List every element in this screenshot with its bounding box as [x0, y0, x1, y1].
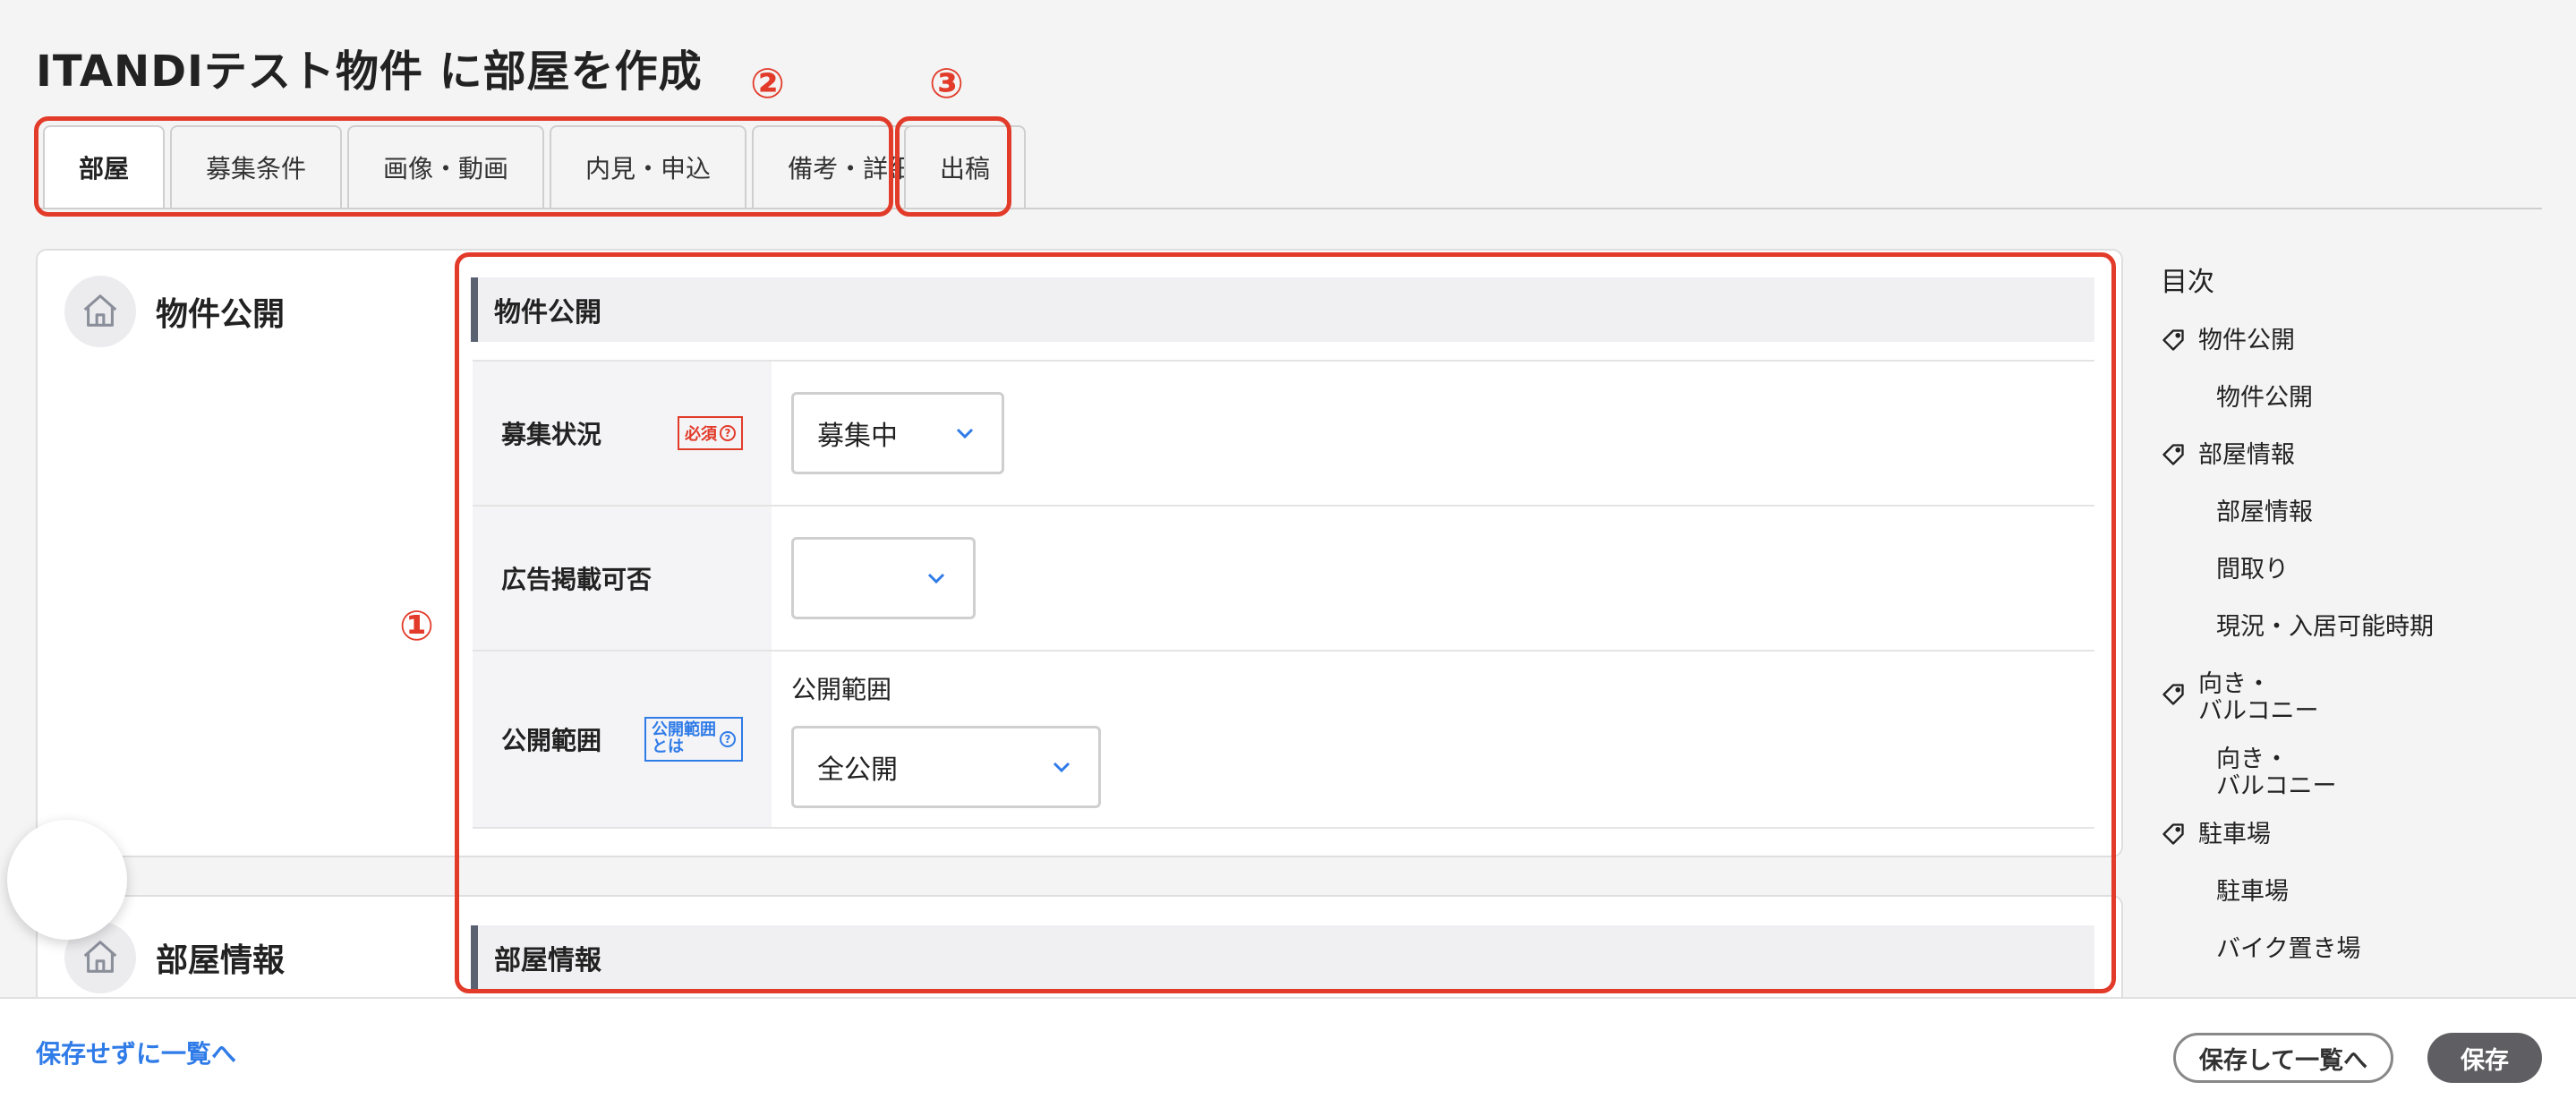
toc-item-publish[interactable]: 物件公開: [2161, 324, 2555, 381]
publish-section-heading: 物件公開: [64, 276, 285, 347]
toc-subitem-floor-plan[interactable]: 間取り: [2161, 553, 2555, 610]
house-icon: [64, 276, 136, 347]
tab-recruitment-conditions[interactable]: 募集条件: [170, 125, 343, 208]
toc-subitem-publish[interactable]: 物件公開: [2161, 381, 2555, 439]
toc-item-label: 駐車場: [2216, 878, 2289, 906]
toc-subitem-room-info[interactable]: 部屋情報: [2161, 496, 2555, 553]
footer-bar: 保存せずに一覧へ 保存して一覧へ 保存: [0, 997, 2576, 1099]
back-without-saving-link[interactable]: 保存せずに一覧へ: [36, 1035, 236, 1070]
tab-room[interactable]: 部屋: [43, 125, 166, 208]
ad-placement-value-cell: [772, 507, 2094, 650]
toc-item-label: 向き・ バルコニー: [2216, 746, 2336, 800]
toc-subitem-bike-parking[interactable]: バイク置き場: [2161, 933, 2555, 990]
visibility-scope-help-text: 公開範囲 とは: [652, 721, 716, 756]
toc-item-label: 物件公開: [2198, 327, 2295, 354]
annotation-number-2: ②: [750, 59, 785, 107]
visibility-scope-value: 全公開: [817, 754, 898, 786]
tag-icon: [2162, 444, 2184, 465]
visibility-scope-value-cell: 公開範囲 全公開: [772, 652, 2094, 827]
toc-item-label: 部屋情報: [2216, 498, 2313, 526]
page-title: ITANDIテスト物件 に部屋を作成: [36, 47, 703, 97]
toc-subitem-current-status[interactable]: 現況・入居可能時期: [2161, 610, 2555, 668]
chevron-down-icon: [956, 428, 974, 439]
tabs-divider: [36, 208, 2542, 209]
ad-placement-row: 広告掲載可否: [473, 505, 2094, 650]
toc-item-label: 向き・ バルコニー: [2198, 671, 2318, 725]
room-info-section-title: 部屋情報: [156, 942, 286, 979]
visibility-scope-help-badge[interactable]: 公開範囲 とは ?: [644, 717, 743, 762]
toc-item-label-line2: バルコニー: [2216, 772, 2337, 800]
annotation-number-3: ③: [929, 59, 964, 107]
ad-placement-select[interactable]: [791, 537, 976, 619]
table-of-contents: 目次 物件公開 物件公開 部屋情報 部屋情報 間取り 現況・入居可能時期 向き・…: [2161, 260, 2555, 990]
visibility-scope-row: 公開範囲 公開範囲 とは ? 公開範囲 全公開: [473, 650, 2094, 829]
visibility-scope-sub-label: 公開範囲: [791, 675, 892, 704]
recruitment-status-label-cell: 募集状況 必須 ?: [473, 362, 772, 505]
publish-section-title: 物件公開: [156, 296, 286, 333]
recruitment-status-label: 募集状況: [501, 420, 602, 449]
visibility-scope-label: 公開範囲: [501, 726, 602, 755]
ad-placement-label-cell: 広告掲載可否: [473, 507, 772, 650]
tab-publish[interactable]: 出稿: [904, 125, 1027, 208]
publish-form-header: 物件公開: [471, 277, 2094, 342]
recruitment-status-row: 募集状況 必須 ? 募集中: [473, 360, 2094, 505]
toc-item-parking[interactable]: 駐車場: [2161, 818, 2555, 875]
toc-subitem-orientation-balcony[interactable]: 向き・ バルコニー: [2161, 743, 2555, 818]
floating-action-button[interactable]: [7, 820, 127, 940]
save-button[interactable]: 保存: [2427, 1033, 2542, 1083]
toc-item-room-info[interactable]: 部屋情報: [2161, 439, 2555, 496]
annotation-number-1: ①: [399, 601, 434, 650]
visibility-scope-help-line2: とは: [652, 737, 684, 756]
toc-subitem-parking[interactable]: 駐車場: [2161, 875, 2555, 933]
toc-item-label: 物件公開: [2216, 384, 2313, 412]
save-and-list-button[interactable]: 保存して一覧へ: [2173, 1033, 2393, 1083]
toc-item-orientation-balcony[interactable]: 向き・ バルコニー: [2161, 668, 2555, 743]
help-icon: ?: [720, 425, 736, 441]
ad-placement-label: 広告掲載可否: [501, 565, 653, 594]
help-icon: ?: [720, 731, 736, 747]
chevron-down-icon: [1053, 762, 1070, 773]
recruitment-status-select[interactable]: 募集中: [791, 392, 1004, 474]
toc-item-label: 間取り: [2216, 556, 2289, 584]
visibility-scope-select[interactable]: 全公開: [791, 726, 1101, 808]
toc-item-label: バイク置き場: [2216, 935, 2361, 963]
toc-item-label-line1: 向き・: [2198, 670, 2271, 698]
toc-item-label-line1: 向き・: [2216, 745, 2289, 773]
toc-item-label-line2: バルコニー: [2198, 697, 2319, 725]
toc-item-label: 駐車場: [2198, 821, 2271, 848]
room-info-form-header: 部屋情報: [471, 925, 2094, 990]
tag-icon: [2162, 823, 2184, 845]
toc-item-label: 部屋情報: [2198, 441, 2295, 469]
toc-title: 目次: [2161, 267, 2214, 298]
recruitment-status-value: 募集中: [817, 421, 898, 452]
recruitment-status-value-cell: 募集中: [772, 362, 2094, 505]
tab-viewing-application[interactable]: 内見・申込: [550, 125, 747, 208]
visibility-scope-label-cell: 公開範囲 公開範囲 とは ?: [473, 652, 772, 827]
required-badge[interactable]: 必須 ?: [678, 416, 743, 450]
tab-images-videos[interactable]: 画像・動画: [347, 125, 545, 208]
tab-bar: 部屋 募集条件 画像・動画 内見・申込 備考・詳細: [43, 125, 950, 208]
chevron-down-icon: [927, 573, 945, 584]
tag-icon: [2162, 329, 2184, 351]
tag-icon: [2162, 684, 2184, 705]
required-badge-text: 必須: [685, 425, 717, 444]
room-info-section-heading: 部屋情報: [64, 922, 285, 993]
toc-item-label: 現況・入居可能時期: [2216, 613, 2434, 641]
